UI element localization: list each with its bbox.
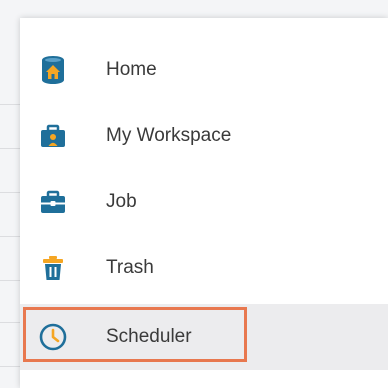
divider <box>0 322 22 323</box>
divider <box>0 280 22 281</box>
menu-item-my-workspace[interactable]: My Workspace <box>20 103 388 169</box>
divider <box>0 104 22 105</box>
menu-item-label: Home <box>106 59 157 80</box>
menu-item-home[interactable]: Home <box>20 37 388 103</box>
menu-item-label: Trash <box>106 257 154 278</box>
navigation-menu: Home My Workspace Job Trash Scheduler <box>20 18 388 388</box>
trash-icon <box>38 253 68 283</box>
menu-item-label: My Workspace <box>106 125 232 146</box>
menu-item-label: Job <box>106 191 137 212</box>
workspace-briefcase-icon <box>38 121 68 151</box>
job-briefcase-icon <box>38 187 68 217</box>
divider <box>0 366 22 367</box>
menu-item-trash[interactable]: Trash <box>20 235 388 301</box>
home-database-icon <box>38 55 68 85</box>
menu-item-label: Scheduler <box>106 326 192 347</box>
divider <box>0 236 22 237</box>
clock-icon <box>38 322 68 352</box>
menu-item-job[interactable]: Job <box>20 169 388 235</box>
menu-item-scheduler[interactable]: Scheduler <box>20 304 388 370</box>
divider <box>0 148 22 149</box>
divider <box>0 192 22 193</box>
